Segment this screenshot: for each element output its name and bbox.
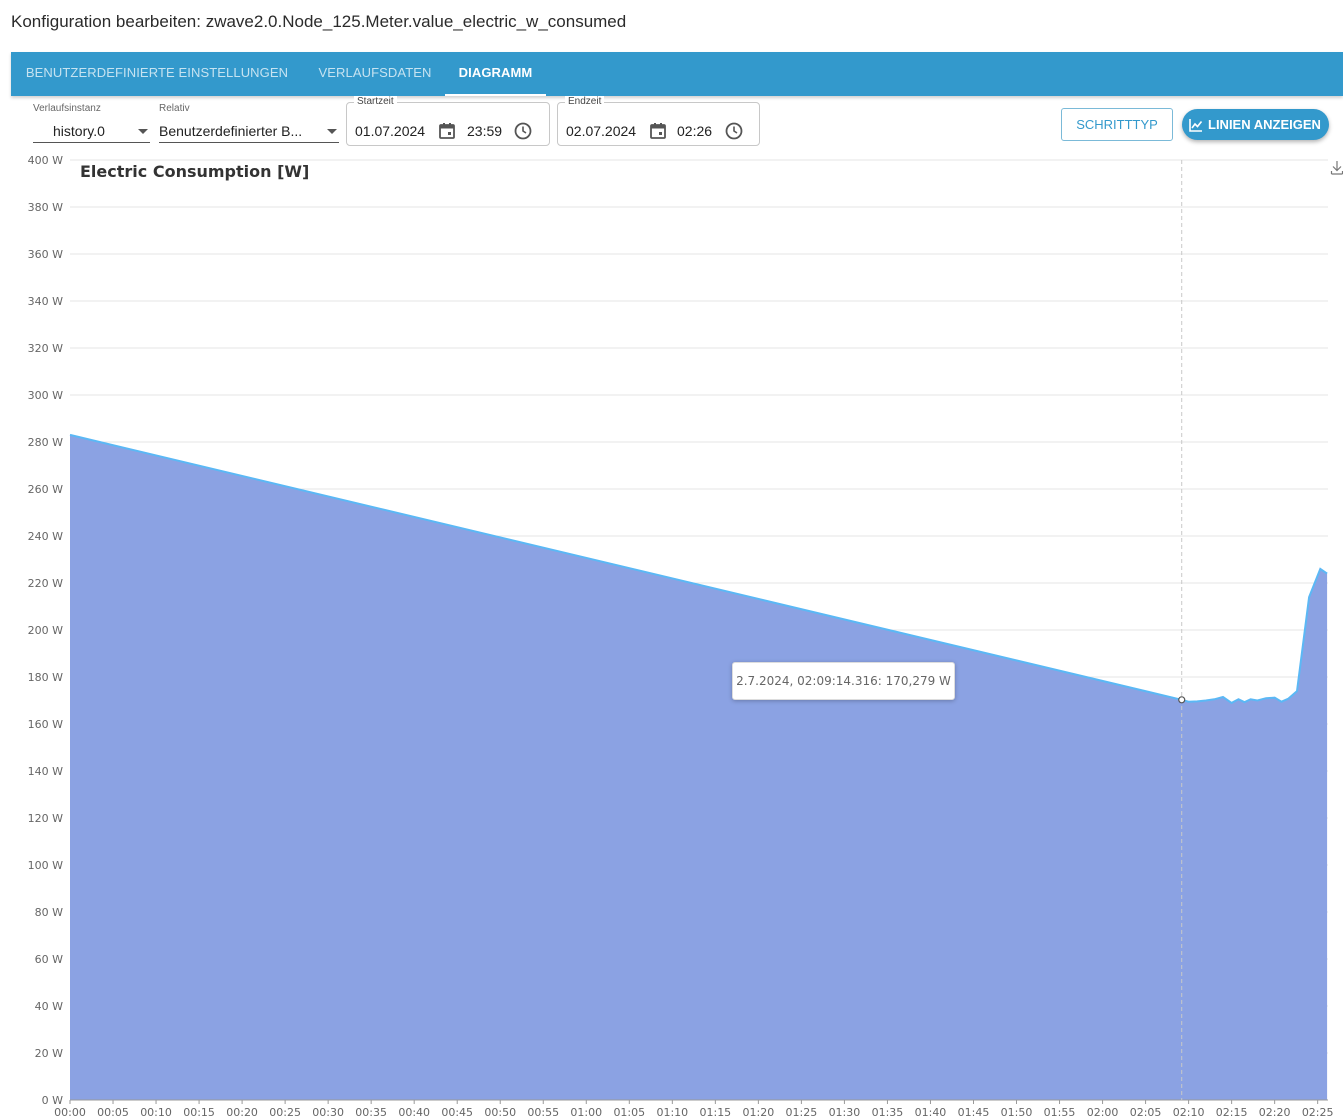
- hover-point: [1178, 696, 1186, 704]
- x-tick-label: 01:35: [872, 1106, 904, 1119]
- clock-icon[interactable]: [724, 121, 744, 141]
- x-axis: 00:00 00:05 00:10 00:15 00:20 00:25 00:30 00:35…: [54, 1099, 1334, 1119]
- tab-bar: BENUTZERDEFINIERTE EINSTELLUNGEN VERLAUF…: [11, 52, 1343, 96]
- caret-down-icon: [138, 129, 148, 134]
- x-tick-label: 01:25: [786, 1106, 818, 1119]
- y-tick-label: 200 W: [28, 624, 63, 637]
- x-tick-label: 01:05: [613, 1106, 645, 1119]
- end-time-label: Endzeit: [565, 96, 605, 107]
- x-tick-label: 01:55: [1044, 1106, 1076, 1119]
- y-tick-label: 100 W: [28, 859, 63, 872]
- relative-value: Benutzerdefinierter B...: [159, 123, 303, 139]
- end-time-value[interactable]: 02:26: [677, 123, 712, 139]
- y-tick-label: 40 W: [35, 1000, 63, 1013]
- y-tick-label: 280 W: [28, 436, 63, 449]
- y-tick-label: 20 W: [35, 1047, 63, 1060]
- relative-select[interactable]: Benutzerdefinierter B...: [159, 119, 339, 143]
- x-tick-label: 02:00: [1087, 1106, 1119, 1119]
- chart-title: Electric Consumption [W]: [80, 162, 309, 181]
- x-tick-label: 00:15: [183, 1106, 215, 1119]
- x-tick-label: 00:20: [226, 1106, 258, 1119]
- start-time-label: Startzeit: [354, 96, 397, 107]
- instance-label: Verlaufsinstanz: [33, 103, 101, 114]
- electric-consumption-chart[interactable]: 0 W20 W40 W60 W80 W100 W120 W140 W160 W1…: [0, 150, 1343, 1119]
- x-tick-label: 01:40: [915, 1106, 947, 1119]
- chart-line-icon: [1189, 119, 1203, 132]
- x-tick-label: 02:10: [1173, 1106, 1205, 1119]
- x-tick-label: 01:45: [958, 1106, 990, 1119]
- x-tick-label: 01:30: [829, 1106, 861, 1119]
- x-tick-label: 00:55: [527, 1106, 559, 1119]
- x-tick-label: 02:05: [1130, 1106, 1162, 1119]
- calendar-icon[interactable]: [437, 121, 457, 141]
- x-tick-label: 00:30: [312, 1106, 344, 1119]
- chart-tooltip: 2.7.2024, 02:09:14.316: 170,279 W: [732, 662, 955, 700]
- end-date-value[interactable]: 02.07.2024: [566, 123, 636, 139]
- y-axis: 0 W20 W40 W60 W80 W100 W120 W140 W160 W1…: [28, 154, 63, 1107]
- x-tick-label: 02:15: [1216, 1106, 1248, 1119]
- x-tick-label: 00:00: [54, 1106, 86, 1119]
- x-tick-label: 00:05: [97, 1106, 129, 1119]
- start-time-field: Startzeit 01.07.2024 23:59: [346, 96, 550, 146]
- caret-down-icon: [327, 129, 337, 134]
- y-tick-label: 320 W: [28, 342, 63, 355]
- y-tick-label: 60 W: [35, 953, 63, 966]
- x-tick-label: 01:00: [570, 1106, 602, 1119]
- y-tick-label: 80 W: [35, 906, 63, 919]
- start-date-value[interactable]: 01.07.2024: [355, 123, 425, 139]
- show-lines-label: LINIEN ANZEIGEN: [1208, 117, 1321, 132]
- instance-value: history.0: [53, 123, 105, 139]
- end-time-field: Endzeit 02.07.2024 02:26: [557, 96, 760, 146]
- page-title: Konfiguration bearbeiten: zwave2.0.Node_…: [11, 12, 627, 31]
- clock-icon[interactable]: [513, 121, 533, 141]
- instance-select[interactable]: history.0: [33, 119, 150, 143]
- y-tick-label: 160 W: [28, 718, 63, 731]
- y-tick-label: 220 W: [28, 577, 63, 590]
- x-tick-label: 00:45: [441, 1106, 473, 1119]
- x-tick-label: 01:20: [743, 1106, 775, 1119]
- tab-history-data[interactable]: VERLAUFSDATEN: [313, 52, 437, 96]
- calendar-icon[interactable]: [648, 121, 668, 141]
- x-tick-label: 01:10: [656, 1106, 688, 1119]
- y-tick-label: 180 W: [28, 671, 63, 684]
- x-tick-label: 01:50: [1001, 1106, 1033, 1119]
- x-tick-label: 00:10: [140, 1106, 172, 1119]
- y-tick-label: 380 W: [28, 201, 63, 214]
- x-tick-label: 00:35: [355, 1106, 387, 1119]
- start-time-value[interactable]: 23:59: [467, 123, 502, 139]
- tab-chart[interactable]: DIAGRAMM: [445, 52, 546, 96]
- x-tick-label: 01:15: [699, 1106, 731, 1119]
- relative-label: Relativ: [159, 103, 190, 114]
- x-tick-label: 00:25: [269, 1106, 301, 1119]
- y-tick-label: 300 W: [28, 389, 63, 402]
- show-lines-button[interactable]: LINIEN ANZEIGEN: [1182, 109, 1329, 140]
- y-tick-label: 340 W: [28, 295, 63, 308]
- x-tick-label: 02:20: [1259, 1106, 1291, 1119]
- y-tick-label: 140 W: [28, 765, 63, 778]
- step-type-button[interactable]: SCHRITTTYP: [1061, 108, 1173, 141]
- y-tick-label: 260 W: [28, 483, 63, 496]
- y-tick-label: 240 W: [28, 530, 63, 543]
- x-tick-label: 02:25: [1302, 1106, 1334, 1119]
- x-tick-label: 00:40: [398, 1106, 430, 1119]
- y-tick-label: 120 W: [28, 812, 63, 825]
- tab-custom-settings[interactable]: BENUTZERDEFINIERTE EINSTELLUNGEN: [25, 52, 289, 96]
- y-tick-label: 360 W: [28, 248, 63, 261]
- series-area: [70, 434, 1328, 1100]
- x-tick-label: 00:50: [484, 1106, 516, 1119]
- y-tick-label: 400 W: [28, 154, 63, 167]
